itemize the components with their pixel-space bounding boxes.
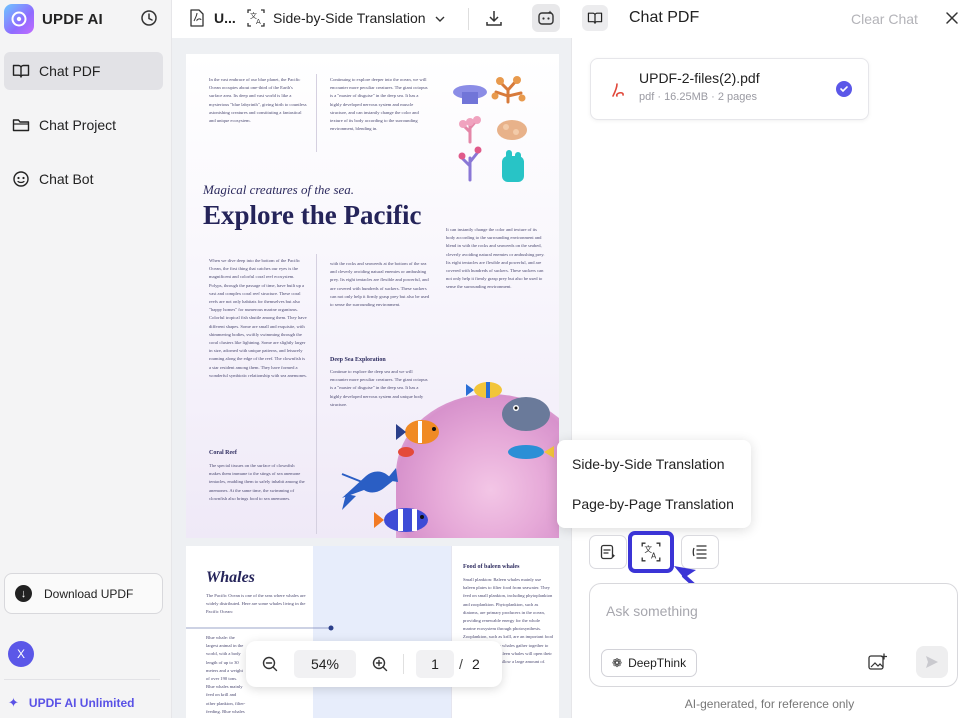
clear-chat-button[interactable]: Clear Chat (851, 11, 918, 27)
sidebar: UPDF AI Chat PDF Chat Project Chat Bot ↓… (0, 0, 172, 718)
chat-header: Chat PDF Clear Chat (573, 0, 966, 38)
coral-reef-heading: Coral Reef (209, 450, 237, 456)
page-separator: / (459, 656, 463, 672)
svg-text:A: A (651, 552, 657, 561)
deep-sea-heading: Deep Sea Exploration (330, 357, 386, 363)
menu-item-side-by-side[interactable]: Side-by-Side Translation (572, 456, 725, 472)
fish-illustration (341, 382, 554, 532)
history-icon[interactable] (140, 9, 158, 27)
column-divider (316, 254, 317, 534)
download-updf-label: Download UPDF (44, 586, 134, 601)
brand: UPDF AI (4, 4, 103, 34)
sidebar-item-label: Chat PDF (39, 63, 101, 79)
unlimited-label: UPDF AI Unlimited (28, 696, 135, 710)
page-kicker: Magical creatures of the sea. (203, 182, 355, 197)
send-button[interactable] (916, 646, 948, 678)
page-text-intro-2: Continuing to explore deeper into the oc… (330, 77, 428, 132)
chevron-down-icon[interactable] (434, 12, 446, 24)
image-upload-icon[interactable] (867, 652, 888, 672)
pdf-file-icon (189, 9, 205, 27)
ai-chat-toggle-button[interactable] (532, 4, 560, 32)
brand-name: UPDF AI (42, 10, 103, 28)
summarize-icon (600, 544, 616, 560)
sidebar-item-chat-bot[interactable]: Chat Bot (4, 160, 163, 198)
chat-title: Chat PDF (629, 9, 700, 26)
check-icon[interactable] (836, 81, 852, 97)
sidebar-item-label: Chat Bot (39, 171, 94, 187)
svg-text:A: A (256, 18, 261, 26)
download-updf-button[interactable]: ↓ Download UPDF (4, 573, 163, 614)
translation-popup-menu: Side-by-Side Translation Page-by-Page Tr… (557, 440, 751, 528)
coral-reef-text: The special tissues on the surface of cl… (209, 463, 305, 501)
bot-icon (12, 170, 30, 188)
explain-icon (692, 545, 707, 559)
page-2-right-heading: Food of baleen whales (463, 564, 520, 570)
zoom-in-icon[interactable] (372, 656, 388, 672)
toolbar-divider (468, 8, 469, 30)
book-icon (12, 62, 30, 80)
send-icon (926, 656, 938, 668)
deepthink-icon: ❁ (612, 656, 623, 670)
attached-file-card[interactable]: UPDF-2-files(2).pdf pdf · 16.25MB · 2 pa… (590, 58, 869, 120)
sidebar-item-chat-pdf[interactable]: Chat PDF (4, 52, 163, 90)
book-icon[interactable] (582, 5, 608, 31)
zoom-bar: 54% 1 / 2 (246, 641, 502, 687)
summarize-button[interactable] (589, 535, 627, 569)
zoom-bar-divider (403, 654, 404, 674)
ai-bot-icon (538, 10, 554, 25)
sidebar-item-chat-project[interactable]: Chat Project (4, 106, 163, 144)
coral-illustration (453, 76, 527, 182)
pdf-page-2: Whales The Pacific Ocean is one of the s… (186, 546, 559, 718)
translate-icon: 文A (641, 542, 661, 562)
upgrade-unlimited-link[interactable]: ✦ UPDF AI Unlimited (8, 695, 134, 711)
column-divider (316, 74, 317, 152)
viewer-toolbar: U... 文A Side-by-Side Translation (172, 0, 572, 38)
page-text-body-left: When we dive deep into the bottom of the… (209, 258, 307, 378)
page-2-intro: The Pacific Ocean is one of the seas whe… (206, 593, 306, 615)
chat-input-box[interactable]: Ask something ❁ DeepThink (589, 583, 958, 687)
document-filename: U... (214, 10, 236, 26)
sidebar-item-label: Chat Project (39, 117, 117, 133)
download-icon: ↓ (15, 585, 32, 602)
download-icon[interactable] (484, 8, 504, 28)
pdf-page-1: In the vast embrace of our blue planet, … (186, 54, 559, 538)
page-text-body-mid: with the rocks and seaweeds at the botto… (330, 261, 430, 308)
page-text-right: It can instantly change the color and te… (446, 227, 545, 290)
total-pages: 2 (472, 656, 480, 672)
folder-icon (12, 116, 30, 134)
page-text-intro: In the vast embrace of our blue planet, … (209, 77, 307, 124)
zoom-level[interactable]: 54% (294, 650, 356, 678)
updf-logo-icon (4, 4, 34, 34)
current-page-input[interactable]: 1 (416, 650, 454, 678)
deepthink-button[interactable]: ❁ DeepThink (601, 649, 697, 677)
chat-input-placeholder[interactable]: Ask something (606, 603, 698, 619)
file-name: UPDF-2-files(2).pdf (639, 70, 760, 86)
translate-icon[interactable]: 文A (246, 8, 266, 28)
close-icon[interactable] (945, 11, 959, 25)
page-2-title: Whales (206, 569, 255, 586)
page-title: Explore the Pacific (203, 200, 422, 230)
deepthink-label: DeepThink (628, 656, 687, 670)
ai-disclaimer: AI-generated, for reference only (684, 697, 855, 711)
pdf-file-icon (609, 80, 627, 100)
file-meta: pdf · 16.25MB · 2 pages (639, 91, 758, 103)
menu-item-page-by-page[interactable]: Page-by-Page Translation (572, 496, 734, 512)
avatar[interactable]: X (8, 641, 34, 667)
document-viewer[interactable]: In the vast embrace of our blue planet, … (172, 38, 572, 718)
sparkle-icon: ✦ (8, 695, 19, 710)
zoom-out-icon[interactable] (262, 656, 278, 672)
sidebar-divider (4, 679, 160, 680)
translate-button[interactable]: 文A (628, 531, 674, 573)
translation-mode-select[interactable]: Side-by-Side Translation (273, 10, 426, 26)
